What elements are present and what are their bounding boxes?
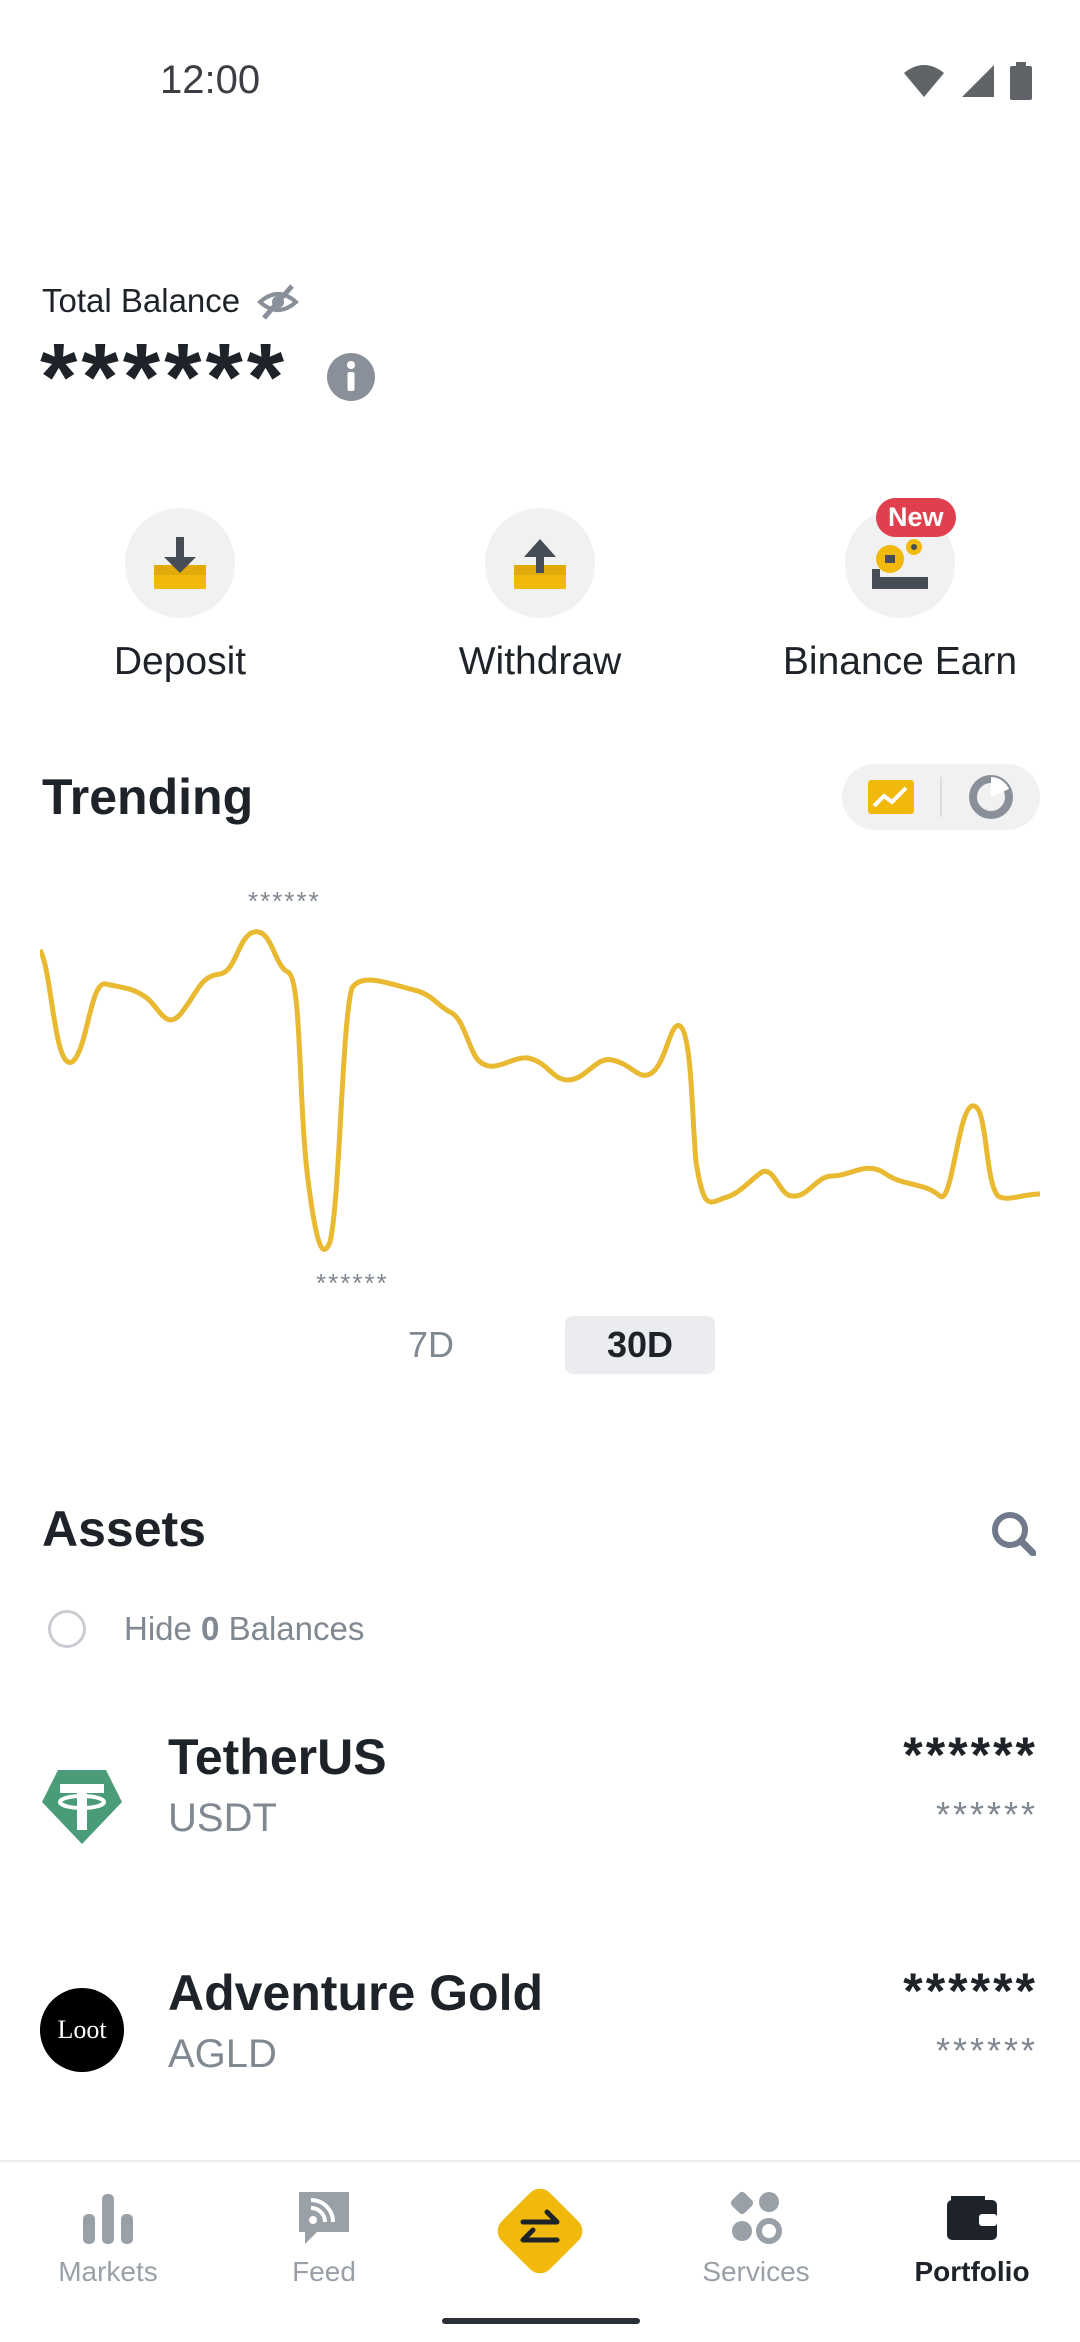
search-icon[interactable] <box>990 1510 1036 1556</box>
hide-zero-balances-label: Hide 0 Balances <box>124 1610 364 1648</box>
pie-chart-icon <box>969 775 1013 819</box>
hide-balance-eye-icon[interactable] <box>256 280 300 324</box>
nav-markets-label: Markets <box>58 2256 158 2287</box>
total-balance-label: Total Balance <box>42 282 241 319</box>
hide-zero-balances-row[interactable]: Hide 0 Balances <box>48 1610 364 1648</box>
assets-title: Assets <box>42 1501 206 1557</box>
range-7d-button[interactable]: 7D <box>356 1316 506 1374</box>
wifi-icon <box>904 65 944 97</box>
total-balance-value: ****** <box>40 324 289 431</box>
deposit-icon <box>125 508 235 618</box>
withdraw-button[interactable]: Withdraw <box>390 508 690 684</box>
trending-title: Trending <box>42 769 254 825</box>
deposit-label: Deposit <box>113 640 247 683</box>
asset-value: ****** <box>935 2030 1038 2071</box>
markets-icon <box>83 2194 133 2244</box>
nav-feed[interactable]: Feed <box>216 2188 432 2288</box>
home-indicator <box>442 2318 640 2324</box>
hide-label-prefix: Hide <box>124 1610 192 1647</box>
signal-icon <box>962 65 994 97</box>
chart-type-toggle[interactable] <box>842 764 1040 830</box>
hide-label-suffix: Balances <box>228 1610 365 1647</box>
loot-logo-icon: Loot <box>40 1988 124 2072</box>
pie-chart-toggle[interactable] <box>942 764 1040 830</box>
asset-symbol: AGLD <box>168 2032 277 2076</box>
asset-row-usdt[interactable]: TetherUS USDT ****** ****** <box>0 1700 1080 1900</box>
info-icon[interactable] <box>326 352 376 402</box>
binance-earn-label: Binance Earn <box>782 640 1018 683</box>
new-badge: New <box>876 498 956 537</box>
nav-feed-label: Feed <box>292 2256 356 2287</box>
nav-markets[interactable]: Markets <box>0 2188 216 2288</box>
asset-amount: ****** <box>903 1963 1038 2019</box>
services-icon <box>730 2191 782 2244</box>
line-chart-toggle[interactable] <box>842 764 940 830</box>
nav-trade[interactable] <box>432 2176 648 2286</box>
chart-low-marker: ****** <box>316 1268 389 1298</box>
nav-portfolio[interactable]: Portfolio <box>864 2188 1080 2288</box>
trending-line-chart <box>40 929 1040 1252</box>
deposit-button[interactable]: Deposit <box>30 508 330 684</box>
trending-line <box>40 929 1040 1252</box>
wallet-icon <box>947 2196 997 2240</box>
asset-name: TetherUS <box>168 1729 387 1785</box>
tether-logo-icon <box>42 1770 122 1844</box>
trade-icon <box>497 2188 583 2274</box>
nav-services[interactable]: Services <box>648 2188 864 2288</box>
withdraw-label: Withdraw <box>458 640 622 683</box>
asset-value: ****** <box>935 1794 1038 1835</box>
feed-icon <box>299 2192 349 2244</box>
asset-amount: ****** <box>903 1727 1038 1783</box>
withdraw-icon <box>485 508 595 618</box>
status-icons <box>902 62 1032 100</box>
hide-zero-balances-radio[interactable] <box>48 1610 86 1648</box>
range-30d-button[interactable]: 30D <box>565 1316 715 1374</box>
nav-services-label: Services <box>702 2256 810 2287</box>
status-time: 12:00 <box>160 58 261 102</box>
asset-row-agld[interactable]: Loot Adventure Gold AGLD ****** ****** <box>0 1938 1080 2138</box>
line-chart-icon <box>868 780 914 814</box>
nav-portfolio-label: Portfolio <box>914 2256 1030 2287</box>
asset-symbol: USDT <box>168 1796 277 1840</box>
battery-icon <box>1010 62 1032 100</box>
asset-name: Adventure Gold <box>168 1965 544 2021</box>
hide-label-count: 0 <box>201 1610 220 1647</box>
